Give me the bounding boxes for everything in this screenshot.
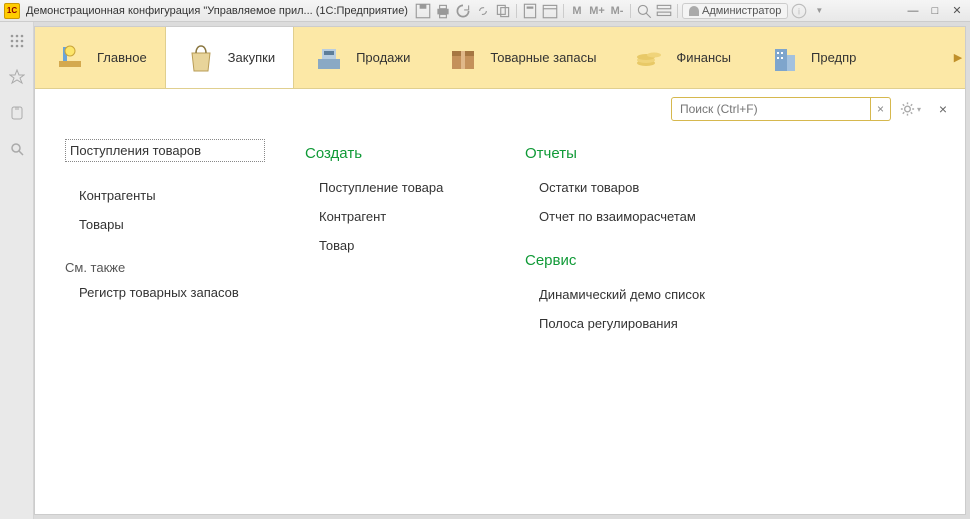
section-tab-label: Главное (97, 50, 147, 65)
window-controls: — □ ✕ (904, 4, 966, 18)
memory-mminus-button[interactable]: M- (608, 3, 626, 19)
calendar-icon[interactable] (541, 3, 559, 19)
title-bar: 1C Демонстрационная конфигурация "Управл… (0, 0, 970, 22)
app-icon: 1C (4, 3, 20, 19)
close-button[interactable]: ✕ (948, 4, 966, 18)
section-bar: Главное Закупки Продажи Товарные запасы … (35, 27, 965, 89)
save-icon[interactable] (414, 3, 432, 19)
section-tab-label: Финансы (676, 50, 731, 65)
memory-m-button[interactable]: M (568, 3, 586, 19)
see-also-header: См. также (65, 260, 265, 275)
search-rail-icon[interactable] (8, 140, 26, 158)
service-dynlist-link[interactable]: Динамический демо список (525, 283, 705, 306)
zoom-in-icon[interactable] (635, 3, 653, 19)
user-icon (689, 6, 699, 16)
service-header: Сервис (525, 252, 705, 269)
user-label: Администратор (702, 5, 781, 17)
titlebar-toolbar: M M+ M- Администратор i ▼ (414, 3, 898, 19)
apps-icon[interactable] (8, 32, 26, 50)
reports-header: Отчеты (525, 145, 705, 162)
report-settlements-link[interactable]: Отчет по взаиморасчетам (525, 205, 705, 228)
building-icon (767, 41, 801, 75)
search-input[interactable] (672, 102, 870, 116)
svg-text:i: i (798, 6, 800, 16)
panel-toolbar: × ▾ × (35, 89, 965, 129)
content-area: Главное Закупки Продажи Товарные запасы … (34, 26, 966, 515)
search-box: × (671, 97, 891, 121)
cash-register-icon (312, 41, 346, 75)
left-toolbar (0, 22, 34, 519)
section-tab-main[interactable]: Главное (35, 27, 165, 88)
link-icon[interactable] (474, 3, 492, 19)
section-tab-enterprise[interactable]: Предпр (749, 27, 864, 88)
calculator-icon[interactable] (521, 3, 539, 19)
search-clear-button[interactable]: × (870, 98, 890, 120)
print-icon[interactable] (434, 3, 452, 19)
refresh-icon[interactable] (454, 3, 472, 19)
close-panel-button[interactable]: × (935, 101, 951, 117)
section-tab-label: Товарные запасы (490, 50, 596, 65)
section-tab-sales[interactable]: Продажи (294, 27, 428, 88)
minimize-button[interactable]: — (904, 4, 922, 18)
help-icon[interactable]: i (790, 3, 808, 19)
window-title: Демонстрационная конфигурация "Управляем… (26, 5, 408, 17)
dropdown-icon[interactable]: ▼ (810, 3, 828, 19)
star-icon[interactable] (8, 68, 26, 86)
nav-item-stock-register[interactable]: Регистр товарных запасов (65, 281, 265, 304)
user-button[interactable]: Администратор (682, 3, 788, 19)
create-goods-link[interactable]: Товар (305, 234, 485, 257)
box-icon (446, 41, 480, 75)
memory-mplus-button[interactable]: M+ (588, 3, 606, 19)
reports-service-column: Отчеты Остатки товаров Отчет по взаимора… (525, 139, 705, 494)
create-receipt-link[interactable]: Поступление товара (305, 176, 485, 199)
nav-item-counterparties[interactable]: Контрагенты (65, 184, 265, 207)
bag-icon (184, 41, 218, 75)
copy-icon[interactable] (494, 3, 512, 19)
coins-icon (632, 41, 666, 75)
section-tab-finance[interactable]: Финансы (614, 27, 749, 88)
report-stock-link[interactable]: Остатки товаров (525, 176, 705, 199)
section-tab-label: Закупки (228, 50, 275, 65)
history-icon[interactable] (8, 104, 26, 122)
nav-item-receipts[interactable]: Поступления товаров (65, 139, 265, 162)
maximize-button[interactable]: □ (926, 4, 944, 18)
create-counterparty-link[interactable]: Контрагент (305, 205, 485, 228)
section-tab-label: Продажи (356, 50, 410, 65)
function-panel: Поступления товаров Контрагенты Товары С… (35, 129, 965, 514)
desk-icon (53, 41, 87, 75)
nav-column: Поступления товаров Контрагенты Товары С… (65, 139, 265, 494)
service-slider-link[interactable]: Полоса регулирования (525, 312, 705, 335)
section-tab-purchases[interactable]: Закупки (165, 27, 294, 88)
create-header: Создать (305, 145, 485, 162)
scroll-right-button[interactable]: ▶ (951, 27, 965, 88)
section-tab-label: Предпр (811, 50, 856, 65)
settings-button[interactable]: ▾ (899, 98, 921, 120)
window-list-icon[interactable] (655, 3, 673, 19)
section-tab-stock[interactable]: Товарные запасы (428, 27, 614, 88)
nav-item-goods[interactable]: Товары (65, 213, 265, 236)
create-column: Создать Поступление товара Контрагент То… (305, 139, 485, 494)
